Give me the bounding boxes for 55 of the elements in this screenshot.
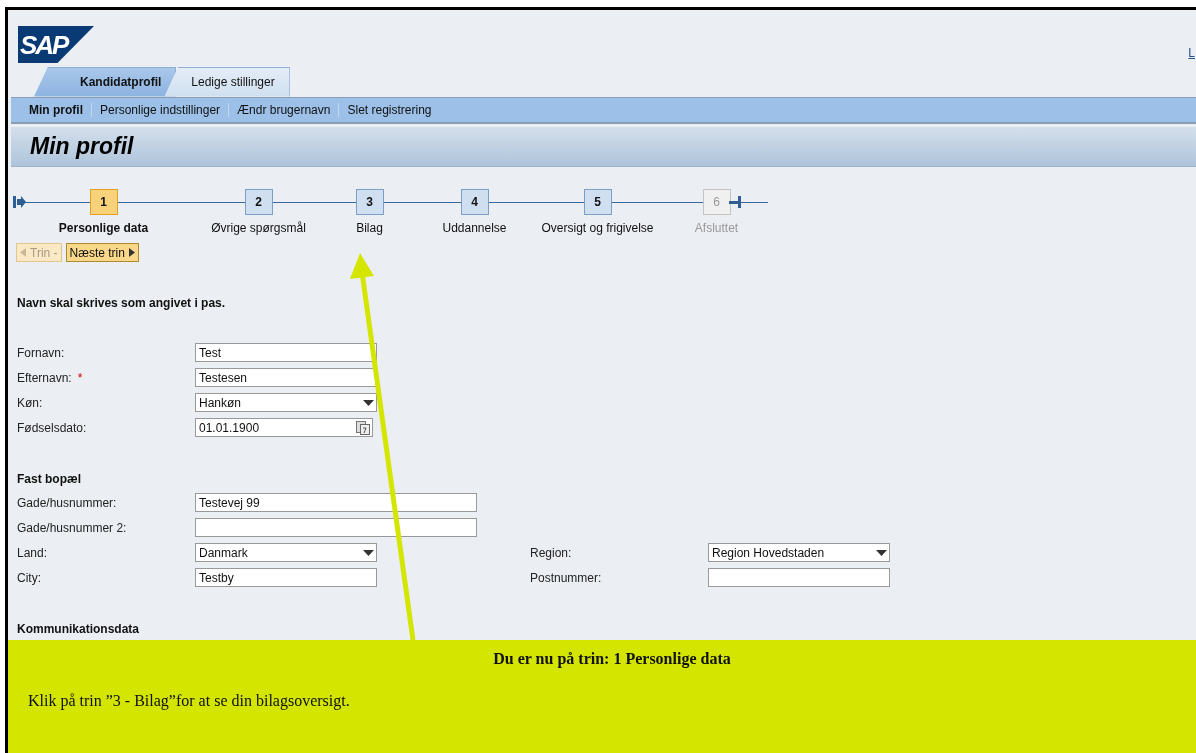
- subnav-link[interactable]: Min profil: [29, 102, 91, 117]
- field-label: Fornavn:: [17, 345, 65, 360]
- step-label: Personlige data: [58, 221, 149, 235]
- left-arrow-icon: [20, 248, 26, 257]
- section-heading: Navn skal skrives som angivet i pas.: [17, 296, 227, 310]
- field-label: City:: [17, 570, 41, 585]
- start-icon: [13, 196, 26, 208]
- step-button[interactable]: 4: [460, 189, 489, 215]
- field-label: Køn:: [17, 395, 43, 410]
- callout-text: Klik på trin ”3 - Bilag”for at se din bilagsoversigt.: [28, 692, 351, 710]
- input-field[interactable]: Testevej 99: [195, 493, 477, 512]
- next-step-button[interactable]: Næste trin: [65, 243, 139, 262]
- field-label: Fødselsdato:: [17, 420, 87, 435]
- subnav-link[interactable]: Slet registrering: [338, 102, 440, 117]
- right-arrow-icon: [128, 248, 135, 257]
- tab[interactable]: Ledige stillinger: [164, 66, 290, 97]
- input-field[interactable]: Test: [195, 343, 377, 362]
- step-label: Oversigt og frigivelse: [541, 221, 654, 235]
- logo: SAP: [18, 26, 94, 63]
- date-field[interactable]: 01.01.1900: [195, 418, 373, 437]
- page-title: Min profil: [30, 133, 134, 161]
- dropdown[interactable]: Region Hovedstaden: [708, 543, 890, 562]
- caret-icon: [363, 549, 374, 556]
- field-label: Region:: [530, 545, 572, 560]
- step-label: Uddannelse: [442, 221, 507, 235]
- section-heading: Fast bopæl: [17, 472, 82, 486]
- top-link[interactable]: L: [1188, 46, 1195, 60]
- field-label: Land:: [17, 545, 48, 560]
- subnav-link[interactable]: Personlige indstillinger: [91, 102, 229, 117]
- input-field[interactable]: [708, 568, 890, 587]
- input-field[interactable]: [195, 518, 477, 537]
- tab[interactable]: Kandidatprofil: [34, 66, 177, 97]
- caret-icon: [876, 549, 887, 556]
- step-button[interactable]: 5: [583, 189, 612, 215]
- subnav-link[interactable]: Ændr brugernavn: [228, 102, 339, 117]
- dropdown[interactable]: Danmark: [195, 543, 377, 562]
- input-field[interactable]: Testesen: [195, 368, 377, 387]
- field-label: Efternavn:: [17, 370, 72, 385]
- required-mark: *: [77, 370, 83, 385]
- step-button[interactable]: 2: [244, 189, 273, 215]
- field-label: Postnummer:: [530, 570, 602, 585]
- step-label: Øvrige spørgsmål: [211, 221, 306, 235]
- end-icon: [729, 196, 741, 208]
- field-label: Gade/husnummer:: [17, 495, 117, 510]
- callout-title: Du er nu på trin: 1 Personlige data: [492, 650, 732, 668]
- step-button[interactable]: 3: [355, 189, 384, 215]
- step-label: Afsluttet: [694, 221, 739, 235]
- dropdown[interactable]: Hankøn: [195, 393, 377, 412]
- section-heading: Kommunikationsdata: [17, 622, 140, 636]
- step-label: Bilag: [356, 221, 383, 235]
- field-label: Gade/husnummer 2:: [17, 520, 127, 535]
- caret-icon: [363, 399, 374, 406]
- input-field[interactable]: Testby: [195, 568, 377, 587]
- step-button[interactable]: 1: [89, 189, 118, 215]
- calendar-icon[interactable]: [356, 420, 370, 435]
